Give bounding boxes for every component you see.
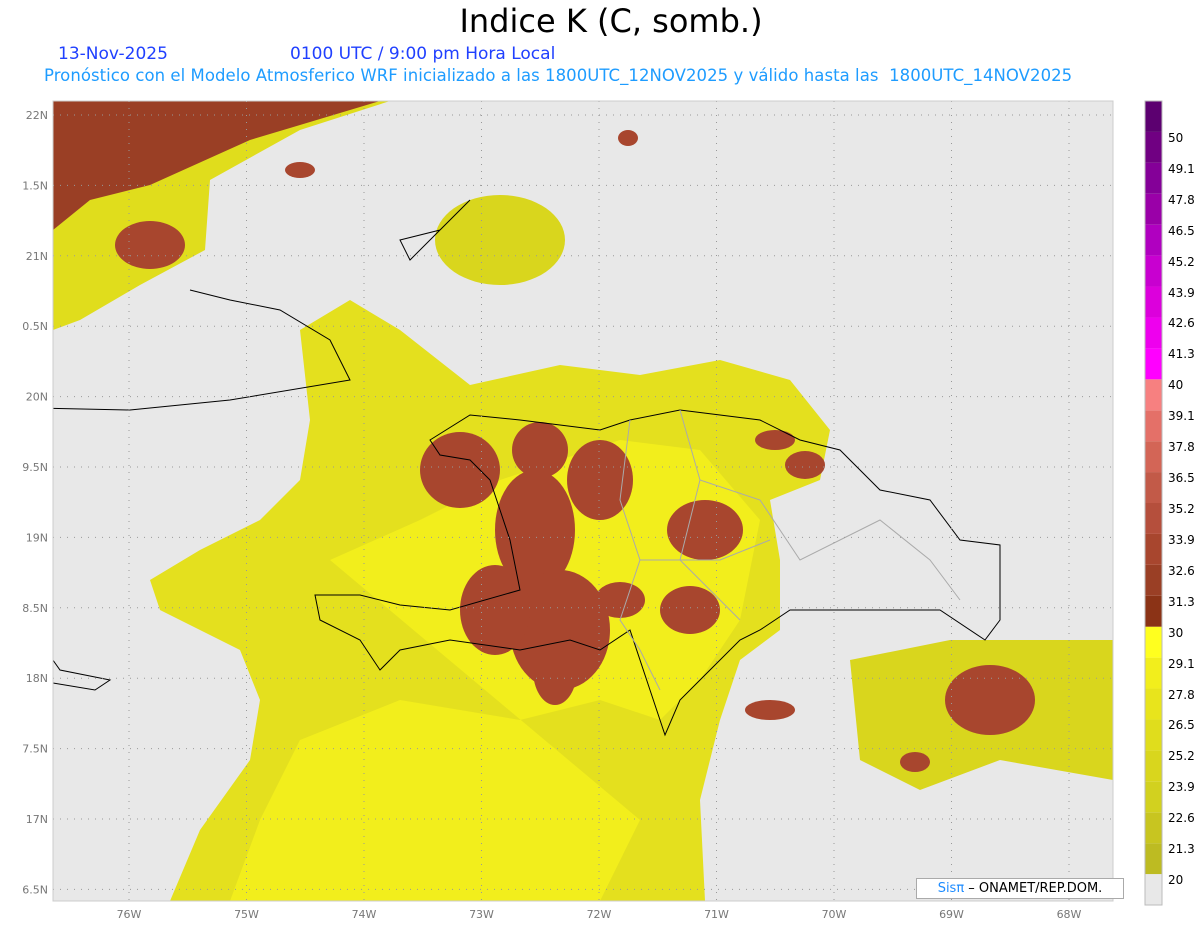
colorbar-label: 39.1 — [1168, 409, 1195, 424]
colorbar-label: 20 — [1168, 873, 1184, 888]
longitude-label: 73W — [469, 908, 494, 921]
colorbar-cell — [1145, 719, 1162, 751]
colorbar-label: 31.3 — [1168, 594, 1195, 609]
k-index-map: 76W 75W 74W 73W 72W 71W 70W 69W 68W 22N 1.5N 21N 0.… — [22, 100, 1163, 921]
colorbar-cell — [1145, 657, 1162, 689]
colorbar-cell — [1145, 812, 1162, 844]
colorbar-label: 40 — [1168, 378, 1184, 393]
colorbar-label: 43.9 — [1168, 285, 1195, 300]
map-title: Indice K (C, somb.) — [459, 2, 763, 40]
colorbar-label: 42.6 — [1168, 316, 1195, 331]
colorbar-label: 49.1 — [1168, 161, 1195, 176]
latitude-label: 17N — [26, 813, 48, 826]
longitude-label: 69W — [939, 908, 964, 921]
colorbar-label: 25.2 — [1168, 749, 1195, 764]
longitude-label: 70W — [822, 908, 847, 921]
colorbar-cell — [1145, 317, 1162, 349]
longitude-label: 75W — [234, 908, 259, 921]
credit-text: – ONAMET/REP.DOM. — [964, 881, 1103, 896]
latitude-label: 6.5N — [22, 883, 48, 896]
colorbar-label: 41.3 — [1168, 347, 1195, 362]
latitude-label: 7.5N — [22, 743, 48, 756]
colorbar-cell — [1145, 101, 1162, 132]
colorbar-label: 45.2 — [1168, 254, 1195, 269]
forecast-time: 0100 UTC / 9:00 pm Hora Local — [290, 44, 556, 64]
colorbar-cell — [1145, 595, 1162, 627]
colorbar-cell — [1145, 131, 1162, 163]
forecast-subtitle: Pronóstico con el Modelo Atmosferico WRF… — [44, 66, 1073, 85]
colorbar-cell — [1145, 626, 1162, 658]
colorbar-cell — [1145, 255, 1162, 287]
colorbar-label: 30 — [1168, 625, 1184, 640]
colorbar-label: 36.5 — [1168, 471, 1195, 486]
latitude-label: 0.5N — [22, 320, 48, 333]
colorbar-cell — [1145, 781, 1162, 813]
longitude-label: 76W — [117, 908, 142, 921]
colorbar-cell — [1145, 503, 1162, 534]
colorbar-label: 22.6 — [1168, 811, 1195, 826]
colorbar-cell — [1145, 843, 1162, 875]
latitude-label: 1.5N — [22, 179, 48, 192]
latitude-label: 19N — [26, 531, 48, 544]
colorbar-cell — [1145, 874, 1162, 905]
colorbar-cell — [1145, 410, 1162, 442]
colorbar-cell — [1145, 688, 1162, 720]
colorbar-cell — [1145, 441, 1162, 473]
latitude-label: 9.5N — [22, 461, 48, 474]
colorbar-cell — [1145, 750, 1162, 782]
longitude-label: 74W — [352, 908, 377, 921]
colorbar-cell — [1145, 162, 1162, 194]
colorbar-label: 21.3 — [1168, 842, 1195, 857]
colorbar-cell — [1145, 224, 1162, 256]
colorbar-cell — [1145, 379, 1162, 411]
latitude-label: 20N — [26, 391, 48, 404]
colorbar-label: 47.8 — [1168, 192, 1195, 207]
latitude-label: 22N — [26, 109, 48, 122]
colorbar-label: 50 — [1168, 130, 1184, 145]
credit-brand: Sisπ — [937, 881, 965, 896]
latitude-label: 8.5N — [22, 602, 48, 615]
colorbar-cell — [1145, 193, 1162, 225]
colorbar-label: 37.8 — [1168, 440, 1195, 455]
latitude-labels: 22N 1.5N 21N 0.5N 20N 9.5N 19N 8.5N 18N 7.5N 17N 6.… — [22, 109, 48, 896]
longitude-label: 68W — [1057, 908, 1082, 921]
latitude-label: 18N — [26, 672, 48, 685]
colorbar-cell — [1145, 533, 1162, 565]
colorbar-label: 33.9 — [1168, 532, 1195, 547]
forecast-date: 13-Nov-2025 — [58, 44, 168, 64]
longitude-label: 72W — [587, 908, 612, 921]
colorbar — [1144, 100, 1163, 906]
latitude-label: 21N — [26, 250, 48, 263]
colorbar-label: 23.9 — [1168, 780, 1195, 795]
longitude-label: 71W — [704, 908, 729, 921]
colorbar-cell — [1145, 564, 1162, 596]
colorbar-label: 32.6 — [1168, 563, 1195, 578]
colorbar-cell — [1145, 348, 1162, 380]
colorbar-label: 27.8 — [1168, 687, 1195, 702]
colorbar-label: 26.5 — [1168, 718, 1195, 733]
colorbar-cell — [1145, 286, 1162, 318]
colorbar-label: 46.5 — [1168, 223, 1195, 238]
k-index-field-yellow-island — [435, 195, 565, 285]
colorbar-label: 35.2 — [1168, 502, 1195, 516]
colorbar-cell — [1145, 472, 1162, 503]
credit-box: Sisπ – ONAMET/REP.DOM. — [916, 878, 1124, 899]
colorbar-label: 29.1 — [1168, 656, 1195, 671]
longitude-labels: 76W 75W 74W 73W 72W 71W 70W 69W 68W — [117, 908, 1082, 921]
